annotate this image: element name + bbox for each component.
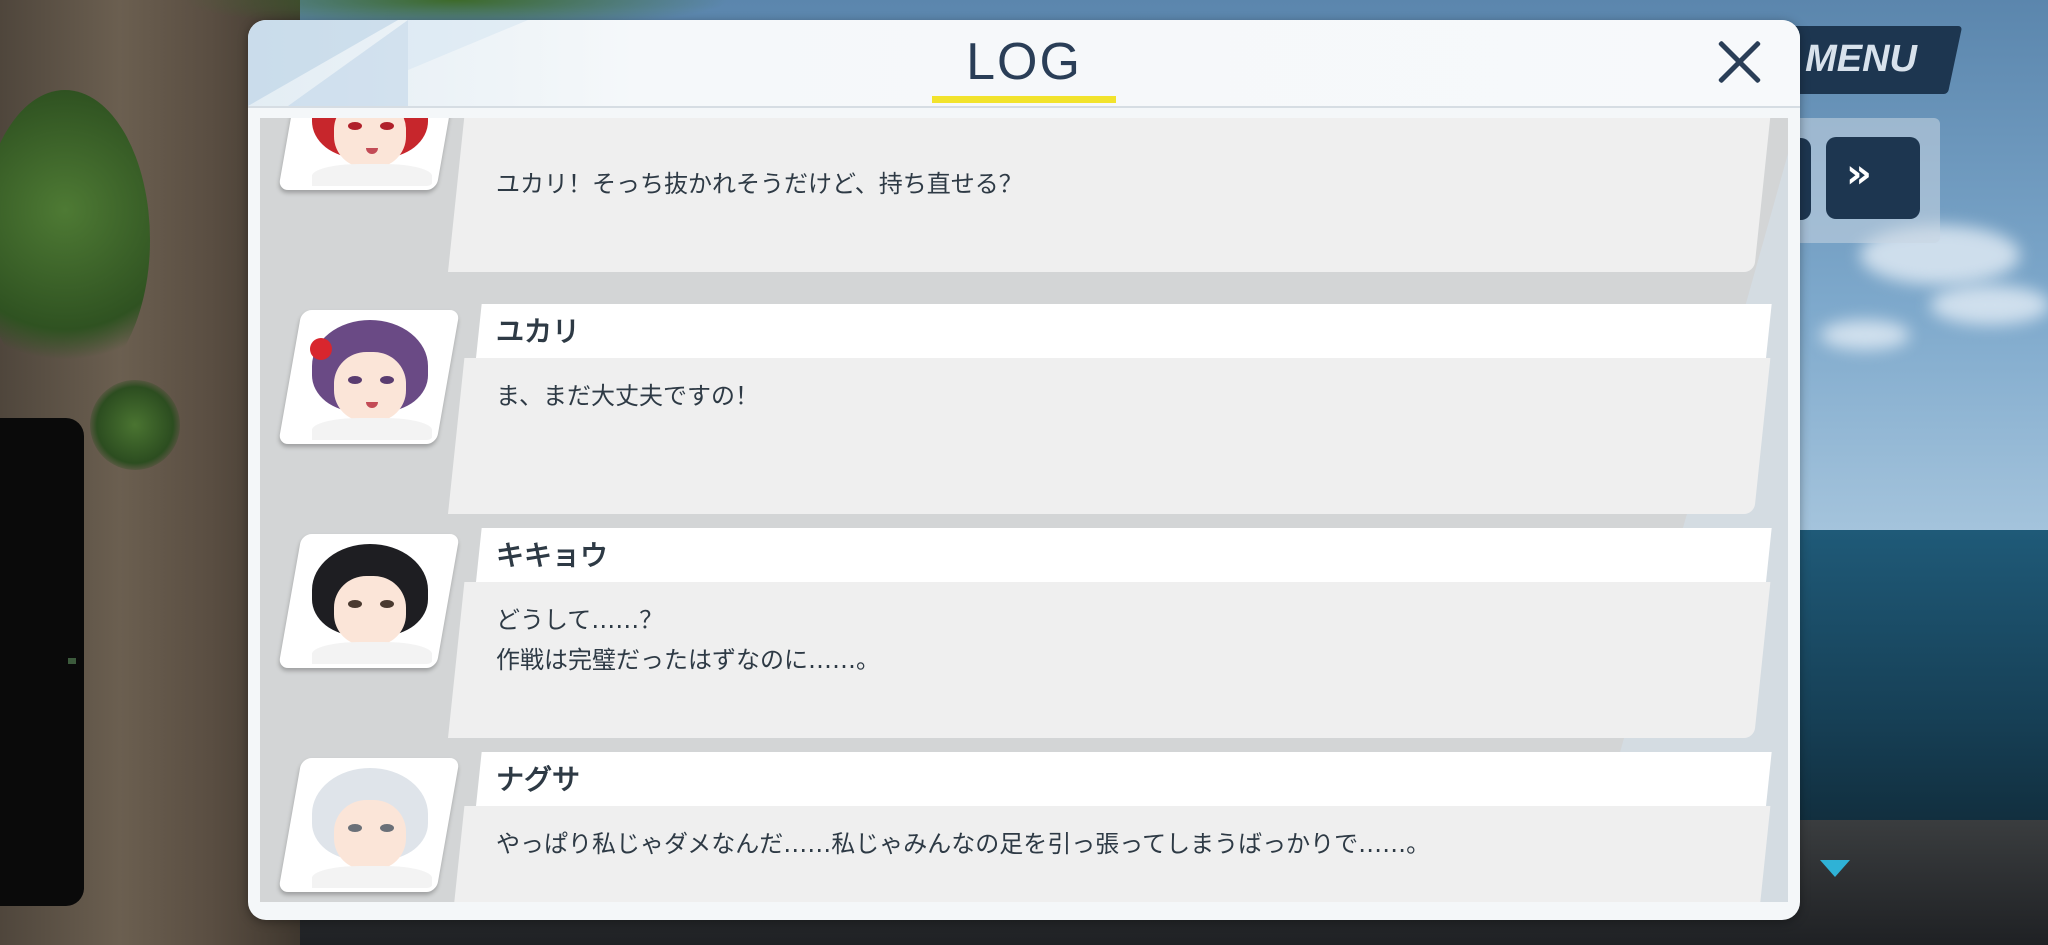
speaker-name-bar — [476, 752, 1772, 806]
log-window: LOG ユカリ！そっち抜かれそうだけど、持ち直せる？ ユカリ ま、まだ大丈夫です… — [248, 20, 1800, 920]
fast-forward-icon: » — [1846, 151, 1872, 197]
speaker-name: ユカリ — [496, 315, 581, 348]
speaker-name: キキョウ — [496, 539, 609, 572]
character-portrait — [278, 118, 460, 190]
foliage — [90, 380, 180, 470]
dialogue-text: どうして……？ — [496, 606, 664, 634]
speaker-name: ナグサ — [496, 763, 581, 796]
left-side-panel — [0, 418, 84, 906]
dialogue-text: ま、まだ大丈夫ですの！ — [496, 382, 760, 410]
close-icon[interactable] — [1710, 32, 1770, 92]
log-entry: ユカリ ま、まだ大丈夫ですの！ — [260, 304, 1788, 528]
menu-button[interactable]: MENU — [1777, 26, 1963, 94]
log-title: LOG — [966, 33, 1082, 91]
menu-button-label: MENU — [1805, 38, 1917, 80]
dialogue-text: ユカリ！そっち抜かれそうだけど、持ち直せる？ — [496, 170, 1023, 198]
log-list[interactable]: ユカリ！そっち抜かれそうだけど、持ち直せる？ ユカリ ま、まだ大丈夫ですの！ キ… — [260, 118, 1788, 902]
log-entry: ユカリ！そっち抜かれそうだけど、持ち直せる？ — [260, 118, 1788, 286]
skip-button[interactable]: » — [1826, 137, 1920, 219]
cloud — [1930, 285, 2048, 325]
log-entry: ナグサ やっぱり私じゃダメなんだ……私じゃみんなの足を引っ張ってしまうばっかりで… — [260, 752, 1788, 902]
scroll-down-indicator-icon[interactable] — [1820, 860, 1850, 877]
dialogue-text: やっぱり私じゃダメなんだ……私じゃみんなの足を引っ張ってしまうばっかりで……。 — [496, 830, 1431, 858]
log-header: LOG — [248, 20, 1800, 106]
panel-marker — [68, 658, 76, 664]
speaker-name-bar — [476, 528, 1772, 582]
character-portrait — [278, 758, 460, 892]
cloud — [1820, 320, 1910, 350]
log-entry: キキョウ どうして……？ 作戦は完璧だったはずなのに……。 — [260, 528, 1788, 752]
divider — [248, 106, 1800, 108]
speaker-name-bar — [476, 304, 1772, 358]
title-underline — [932, 96, 1116, 103]
dialogue-text: 作戦は完璧だったはずなのに……。 — [496, 646, 880, 674]
character-portrait — [278, 310, 460, 444]
character-portrait — [278, 534, 460, 668]
